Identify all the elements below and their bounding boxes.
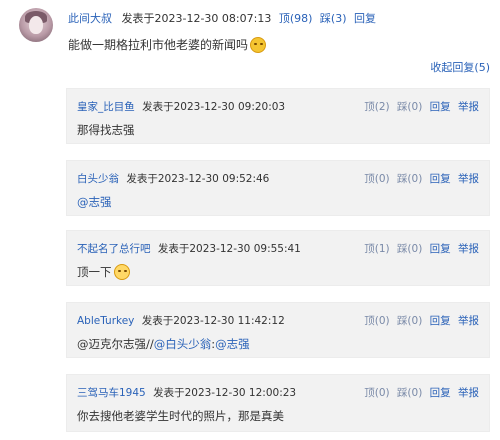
reply-item: 白头少翁 发表于2023-12-30 09:52:46 顶(0) 踩(0) 回复… xyxy=(66,160,490,216)
main-down-button[interactable]: 踩(3) xyxy=(320,12,347,25)
reply-up-button[interactable]: 顶(2) xyxy=(364,101,389,113)
main-post-text: 能做一期格拉利市他老婆的新闻吗 xyxy=(68,38,249,52)
reply-report-button[interactable]: 举报 xyxy=(458,243,479,255)
reply-text: 那得找志强 xyxy=(77,123,135,137)
reply-username[interactable]: 不起名了总行吧 xyxy=(77,243,151,255)
reply-down-button[interactable]: 踩(0) xyxy=(397,101,422,113)
reply-reply-button[interactable]: 回复 xyxy=(430,243,451,255)
smile-emoji-icon xyxy=(250,36,267,53)
reply-down-button[interactable]: 踩(0) xyxy=(397,243,422,255)
reply-meta: 发表于2023-12-30 11:42:12 xyxy=(141,315,285,327)
reply-report-button[interactable]: 举报 xyxy=(458,173,479,185)
reply-mention-link[interactable]: @志强 xyxy=(215,336,250,352)
reply-meta: 发表于2023-12-30 09:20:03 xyxy=(142,101,286,113)
reply-item: 三驾马车1945 发表于2023-12-30 12:00:23 顶(0) 踩(0… xyxy=(66,374,490,432)
reply-item: 不起名了总行吧 发表于2023-12-30 09:55:41 顶(1) 踩(0)… xyxy=(66,230,490,286)
reply-report-button[interactable]: 举报 xyxy=(458,101,479,113)
reply-down-button[interactable]: 踩(0) xyxy=(397,387,422,399)
reply-reply-button[interactable]: 回复 xyxy=(430,173,451,185)
avatar[interactable] xyxy=(19,8,53,42)
main-post-header: 此间大叔 发表于2023-12-30 08:07:13 顶(98) 踩(3) 回… xyxy=(68,10,376,26)
reply-meta: 发表于2023-12-30 12:00:23 xyxy=(153,387,297,399)
reply-meta: 发表于2023-12-30 09:55:41 xyxy=(157,243,301,255)
reply-report-button[interactable]: 举报 xyxy=(458,315,479,327)
reply-mention-link[interactable]: @白头少翁 xyxy=(154,336,212,352)
reply-reply-button[interactable]: 回复 xyxy=(430,315,451,327)
reply-up-button[interactable]: 顶(0) xyxy=(364,315,389,327)
reply-up-button[interactable]: 顶(0) xyxy=(364,173,389,185)
reply-down-button[interactable]: 踩(0) xyxy=(397,173,422,185)
reply-reply-button[interactable]: 回复 xyxy=(430,101,451,113)
reply-text: 顶一下 xyxy=(77,265,112,279)
reply-reply-button[interactable]: 回复 xyxy=(430,387,451,399)
reply-item: 皇家_比目鱼 发表于2023-12-30 09:20:03 顶(2) 踩(0) … xyxy=(66,88,490,144)
reply-username[interactable]: 皇家_比目鱼 xyxy=(77,101,135,113)
main-up-button[interactable]: 顶(98) xyxy=(279,12,313,25)
main-reply-button[interactable]: 回复 xyxy=(354,12,376,25)
main-post-username[interactable]: 此间大叔 xyxy=(68,12,112,25)
reply-report-button[interactable]: 举报 xyxy=(458,387,479,399)
reply-username[interactable]: 白头少翁 xyxy=(77,173,119,185)
reply-up-button[interactable]: 顶(0) xyxy=(364,387,389,399)
reply-text: 你去搜他老婆学生时代的照片，那是真美 xyxy=(77,409,284,423)
avatar-face xyxy=(29,16,43,34)
shy-emoji-icon xyxy=(113,264,130,280)
reply-username[interactable]: AbleTurkey xyxy=(77,315,134,327)
main-post-content: 能做一期格拉利市他老婆的新闻吗 xyxy=(68,36,267,53)
reply-text: @迈克尔志强// xyxy=(77,337,154,351)
main-post-meta: 发表于2023-12-30 08:07:13 xyxy=(121,12,272,25)
collapse-replies-link[interactable]: 收起回复(5) xyxy=(430,59,490,75)
reply-meta: 发表于2023-12-30 09:52:46 xyxy=(126,173,270,185)
reply-up-button[interactable]: 顶(1) xyxy=(364,243,389,255)
reply-item: AbleTurkey 发表于2023-12-30 11:42:12 顶(0) 踩… xyxy=(66,302,490,358)
reply-down-button[interactable]: 踩(0) xyxy=(397,315,422,327)
reply-mention-link[interactable]: @志强 xyxy=(77,194,112,210)
reply-username[interactable]: 三驾马车1945 xyxy=(77,387,146,399)
